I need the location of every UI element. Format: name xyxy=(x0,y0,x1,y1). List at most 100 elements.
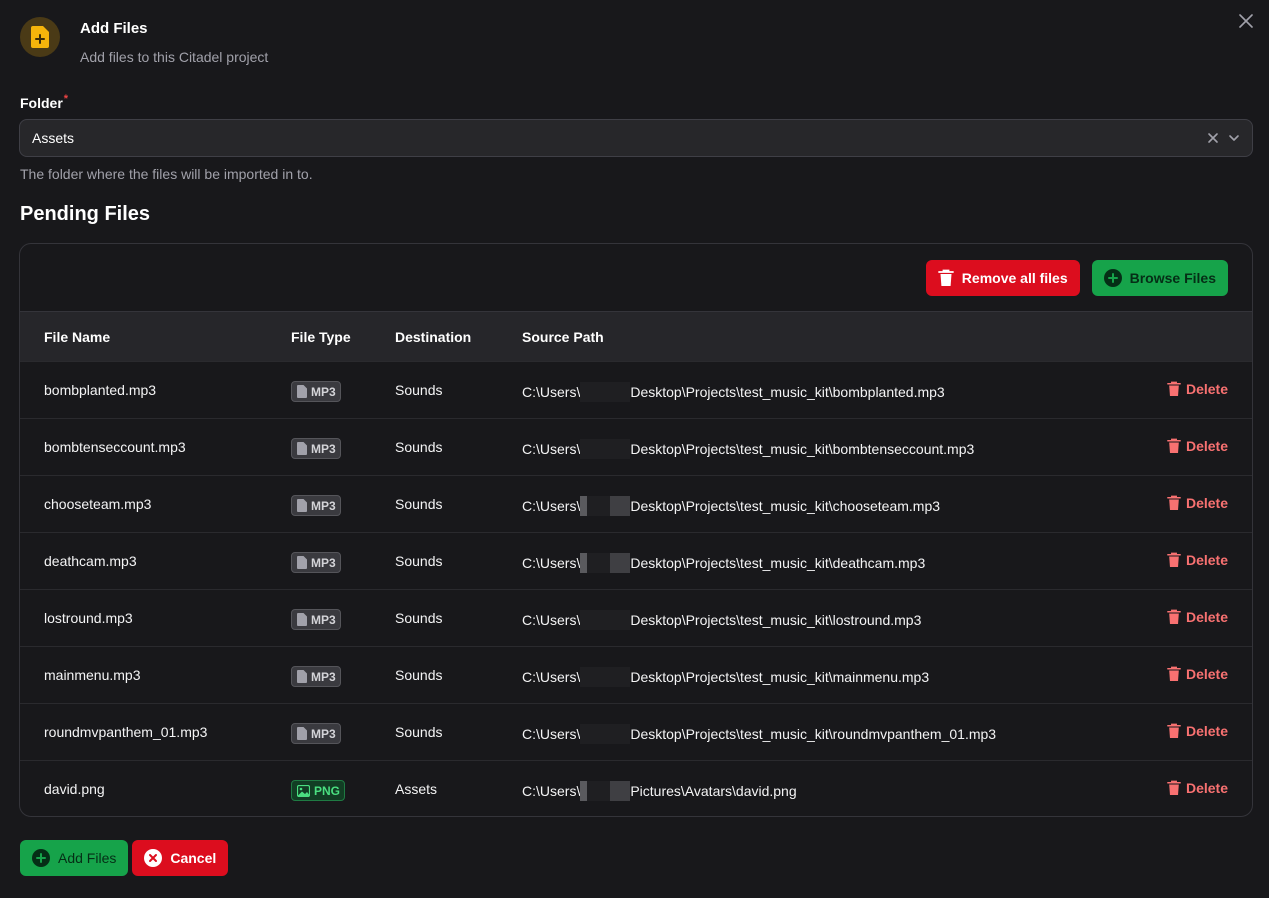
source-path-prefix: C:\Users\ xyxy=(522,612,581,628)
table-row: deathcam.mp3 MP3 Sounds C:\Users\ Deskto… xyxy=(20,532,1252,589)
close-button[interactable] xyxy=(1237,12,1255,30)
file-type-label: MP3 xyxy=(311,669,336,684)
redacted-username xyxy=(580,667,631,687)
file-type-badge: PNG xyxy=(291,780,346,801)
trash-icon xyxy=(937,269,954,287)
table-row: bombplanted.mp3 MP3 Sounds C:\Users\ Des… xyxy=(20,361,1252,418)
browse-files-label: Browse Files xyxy=(1129,270,1216,286)
pending-files-panel: Remove all files Browse Files File Name … xyxy=(19,243,1253,817)
cancel-label: Cancel xyxy=(170,850,217,866)
table-row: lostround.mp3 MP3 Sounds C:\Users\ Deskt… xyxy=(20,589,1252,646)
file-icon xyxy=(297,727,307,740)
source-path-prefix: C:\Users\ xyxy=(522,384,581,400)
plus-circle-icon xyxy=(1103,269,1122,287)
destination: Sounds xyxy=(395,439,443,455)
source-path: C:\Users\ Desktop\Projects\test_music_ki… xyxy=(522,382,945,402)
close-icon xyxy=(1239,14,1253,28)
source-path-suffix: Desktop\Projects\test_music_kit\bombtens… xyxy=(630,441,975,457)
clear-icon[interactable] xyxy=(1206,131,1220,145)
file-name: roundmvpanthem_01.mp3 xyxy=(44,724,208,740)
table-row: david.png PNG Assets C:\Users\ Pictures\… xyxy=(20,760,1252,816)
folder-label-text: Folder xyxy=(20,95,63,111)
file-name: bombplanted.mp3 xyxy=(44,382,157,398)
redacted-username xyxy=(580,610,631,630)
file-name: david.png xyxy=(44,781,105,797)
delete-button[interactable]: Delete xyxy=(1167,495,1228,511)
file-plus-icon xyxy=(20,17,60,57)
delete-button[interactable]: Delete xyxy=(1167,780,1228,796)
source-path: C:\Users\ Desktop\Projects\test_music_ki… xyxy=(522,610,921,630)
modal-title: Add Files xyxy=(80,20,148,37)
x-circle-icon xyxy=(144,849,163,867)
folder-helper-text: The folder where the files will be impor… xyxy=(20,166,313,182)
file-type-label: MP3 xyxy=(311,726,336,741)
source-path: C:\Users\ Pictures\Avatars\david.png xyxy=(522,781,797,801)
folder-select[interactable]: Assets xyxy=(19,119,1253,157)
file-type-badge: MP3 xyxy=(291,438,341,459)
add-files-button[interactable]: Add Files xyxy=(20,840,129,876)
column-destination: Destination xyxy=(395,329,472,345)
delete-button[interactable]: Delete xyxy=(1167,723,1228,739)
delete-label: Delete xyxy=(1185,723,1228,739)
delete-button[interactable]: Delete xyxy=(1167,666,1228,682)
source-path: C:\Users\ Desktop\Projects\test_music_ki… xyxy=(522,667,929,687)
delete-button[interactable]: Delete xyxy=(1167,552,1228,568)
file-icon xyxy=(297,442,307,455)
source-path-prefix: C:\Users\ xyxy=(522,498,581,514)
cancel-button[interactable]: Cancel xyxy=(132,840,229,876)
required-mark: * xyxy=(63,93,69,105)
file-type-badge: MP3 xyxy=(291,609,341,630)
destination: Assets xyxy=(395,781,438,797)
delete-button[interactable]: Delete xyxy=(1167,609,1228,625)
file-name: bombtenseccount.mp3 xyxy=(44,439,186,455)
file-type-label: MP3 xyxy=(311,498,336,513)
delete-label: Delete xyxy=(1185,609,1228,625)
source-path-suffix: Desktop\Projects\test_music_kit\bombplan… xyxy=(630,384,945,400)
chevron-down-icon[interactable] xyxy=(1227,131,1241,145)
delete-label: Delete xyxy=(1185,381,1228,397)
table-row: chooseteam.mp3 MP3 Sounds C:\Users\ Desk… xyxy=(20,475,1252,532)
source-path-suffix: Pictures\Avatars\david.png xyxy=(630,783,797,799)
delete-label: Delete xyxy=(1185,780,1228,796)
source-path-suffix: Desktop\Projects\test_music_kit\deathcam… xyxy=(630,555,926,571)
table-row: bombtenseccount.mp3 MP3 Sounds C:\Users\… xyxy=(20,418,1252,475)
file-name: lostround.mp3 xyxy=(44,610,133,626)
table-header: File Name File Type Destination Source P… xyxy=(20,311,1252,361)
redacted-username xyxy=(580,382,631,402)
file-type-label: MP3 xyxy=(311,384,336,399)
trash-icon xyxy=(1167,666,1181,682)
table-row: mainmenu.mp3 MP3 Sounds C:\Users\ Deskto… xyxy=(20,646,1252,703)
file-type-label: PNG xyxy=(314,783,341,798)
delete-label: Delete xyxy=(1185,552,1228,568)
delete-label: Delete xyxy=(1185,495,1228,511)
trash-icon xyxy=(1167,552,1181,568)
file-name: deathcam.mp3 xyxy=(44,553,137,569)
column-file-name: File Name xyxy=(44,329,111,345)
delete-label: Delete xyxy=(1185,438,1228,454)
source-path-suffix: Desktop\Projects\test_music_kit\roundmvp… xyxy=(630,726,997,742)
file-type-badge: MP3 xyxy=(291,495,341,516)
source-path-prefix: C:\Users\ xyxy=(522,441,581,457)
trash-icon xyxy=(1167,609,1181,625)
redacted-username xyxy=(580,553,631,573)
redacted-username xyxy=(580,496,631,516)
destination: Sounds xyxy=(395,610,443,626)
redacted-username xyxy=(580,781,631,801)
file-type-label: MP3 xyxy=(311,612,336,627)
modal-footer: Add Files Cancel xyxy=(20,840,229,876)
source-path-prefix: C:\Users\ xyxy=(522,726,581,742)
file-type-label: MP3 xyxy=(311,555,336,570)
source-path-suffix: Desktop\Projects\test_music_kit\lostroun… xyxy=(630,612,922,628)
source-path-suffix: Desktop\Projects\test_music_kit\choosete… xyxy=(630,498,941,514)
delete-button[interactable]: Delete xyxy=(1167,381,1228,397)
file-type-badge: MP3 xyxy=(291,381,341,402)
destination: Sounds xyxy=(395,553,443,569)
browse-files-button[interactable]: Browse Files xyxy=(1091,260,1228,296)
delete-button[interactable]: Delete xyxy=(1167,438,1228,454)
trash-icon xyxy=(1167,438,1181,454)
trash-icon xyxy=(1167,780,1181,796)
remove-all-files-button[interactable]: Remove all files xyxy=(925,260,1080,296)
destination: Sounds xyxy=(395,724,443,740)
source-path-suffix: Desktop\Projects\test_music_kit\mainmenu… xyxy=(630,669,930,685)
column-source-path: Source Path xyxy=(522,329,604,345)
